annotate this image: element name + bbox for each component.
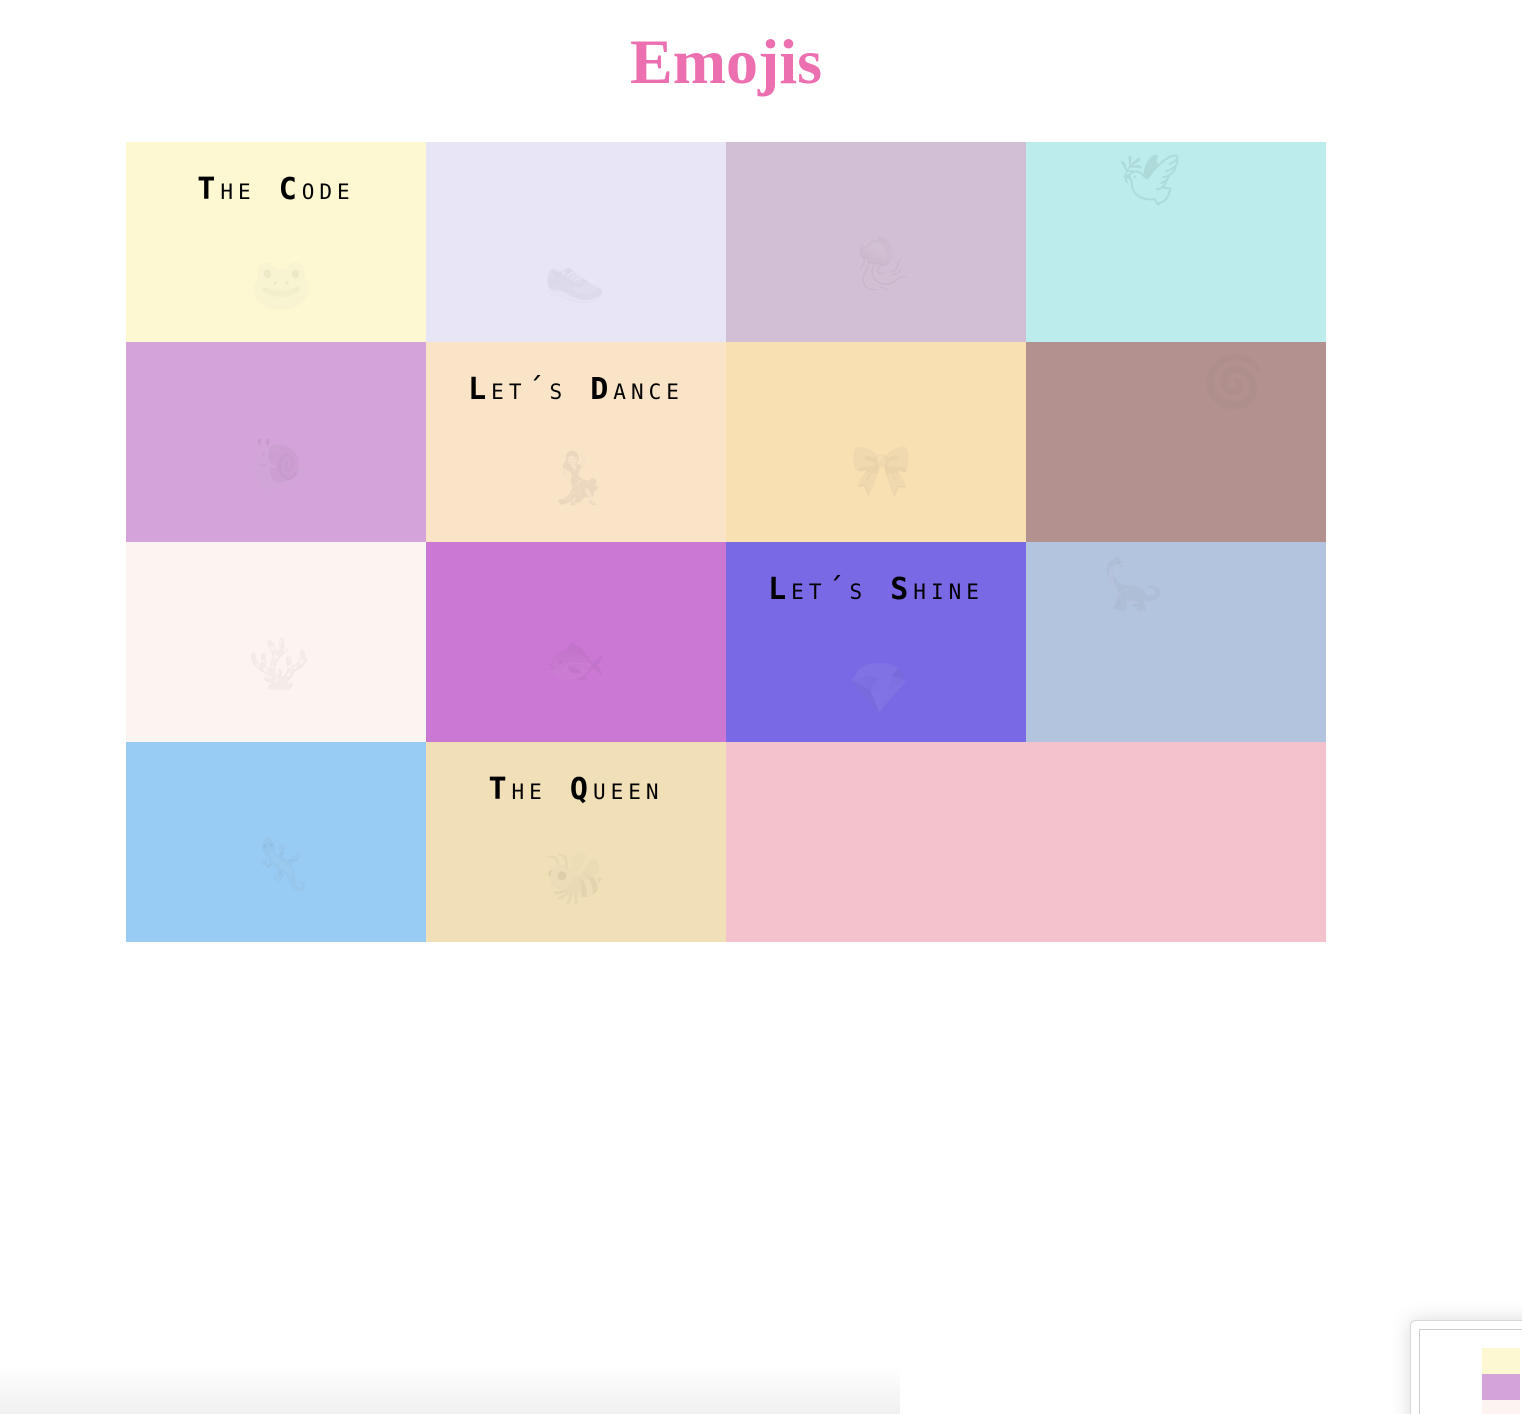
cell-3[interactable]: 🪼 [726, 142, 1026, 342]
cell-the-queen[interactable]: THE QUEEN 🐝 [426, 742, 726, 942]
lizard-icon: 🦎 [250, 835, 313, 893]
shoe-icon: 👟 [544, 247, 607, 305]
cell-8[interactable]: 🌀 [1026, 342, 1326, 542]
cell-title: LET´S SHINE [768, 572, 984, 607]
jellyfish-icon: 🪼 [850, 235, 913, 293]
bottom-shadow [0, 1364, 900, 1414]
cell-12[interactable]: 🦕 [1026, 542, 1326, 742]
frog-icon: 🐸 [250, 255, 313, 313]
emoji-grid: THE CODE 🐸 👟 🪼 🕊 🐌 LET´S DANCE 💃 🎀 🌀 🪸 🐟… [126, 142, 1326, 942]
cell-title: LET´S DANCE [468, 372, 684, 407]
cell-9[interactable]: 🪸 [126, 542, 426, 742]
bee-icon: 🐝 [544, 849, 607, 907]
cell-7[interactable]: 🎀 [726, 342, 1026, 542]
dancer-icon: 💃 [546, 449, 609, 507]
snail-icon: 🐌 [246, 435, 309, 493]
page-title: Emojis [630, 26, 822, 97]
screenshot-thumbnail[interactable] [1410, 1320, 1522, 1414]
cell-10[interactable]: 🐟 [426, 542, 726, 742]
dinosaur-icon: 🦕 [1102, 555, 1165, 613]
cell-lets-shine[interactable]: LET´S SHINE 💎 [726, 542, 1026, 742]
swirl-icon: 🌀 [1202, 353, 1265, 411]
cell-4[interactable]: 🕊 [1026, 142, 1326, 342]
cell-15[interactable] [726, 742, 1326, 942]
bow-icon: 🎀 [850, 441, 913, 499]
cell-5[interactable]: 🐌 [126, 342, 426, 542]
thumbnail-cell [1482, 1374, 1520, 1400]
cell-title: THE CODE [197, 172, 355, 207]
cell-the-code[interactable]: THE CODE 🐸 [126, 142, 426, 342]
coral-icon: 🪸 [248, 635, 311, 693]
cell-13[interactable]: 🦎 [126, 742, 426, 942]
cell-lets-dance[interactable]: LET´S DANCE 💃 [426, 342, 726, 542]
cell-2[interactable]: 👟 [426, 142, 726, 342]
fish-icon: 🐟 [544, 631, 607, 689]
bird-icon: 🕊 [1118, 151, 1182, 209]
gem-icon: 💎 [848, 659, 911, 717]
thumbnail-cell [1482, 1348, 1520, 1374]
thumbnail-cell [1482, 1400, 1520, 1414]
thumbnail-preview [1419, 1329, 1522, 1414]
cell-title: THE QUEEN [488, 772, 664, 807]
